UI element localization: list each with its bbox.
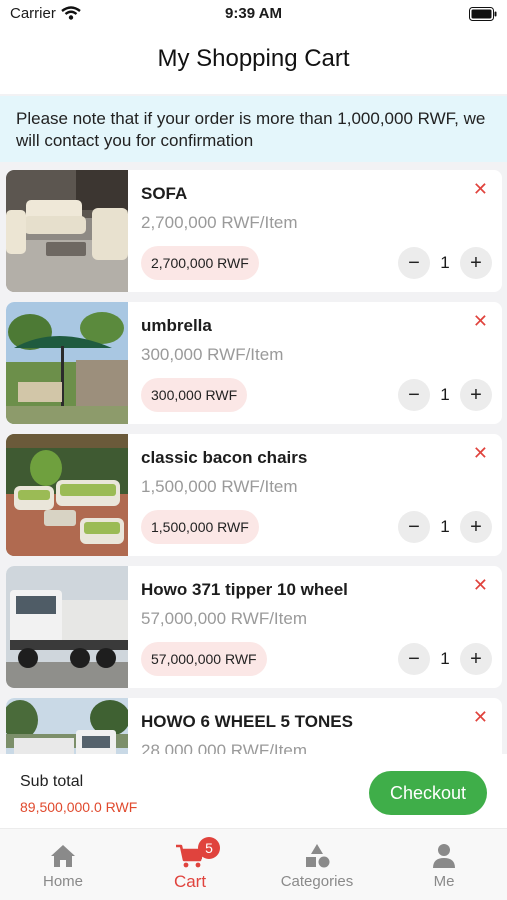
item-total-price: 1,500,000 RWF: [141, 510, 259, 544]
product-image-howo-truck: [6, 698, 128, 754]
quantity-stepper: − 1 +: [398, 643, 492, 675]
quantity-value: 1: [440, 517, 450, 536]
product-name: HOWO 6 WHEEL 5 TONES: [141, 712, 353, 731]
quantity-stepper: − 1 +: [398, 511, 492, 543]
unit-price: 1,500,000 RWF/Item: [141, 477, 298, 496]
clock: 9:39 AM: [225, 5, 282, 22]
remove-item-icon[interactable]: ✕: [473, 179, 488, 200]
product-name: classic bacon chairs: [141, 448, 308, 467]
cart-item: Howo 371 tipper 10 wheel 57,000,000 RWF/…: [6, 566, 502, 688]
bottom-tab-bar: Home 5 Cart Categories Me: [0, 828, 507, 900]
tab-cart[interactable]: 5 Cart: [127, 829, 253, 900]
tab-label: Categories: [280, 873, 354, 890]
quantity-stepper: − 1 +: [398, 379, 492, 411]
cart-item: SOFA 2,700,000 RWF/Item 2,700,000 RWF ✕ …: [6, 170, 502, 292]
decrease-quantity-button[interactable]: −: [398, 247, 430, 279]
cart-item: HOWO 6 WHEEL 5 TONES 28,000,000 RWF/Item…: [6, 698, 502, 754]
increase-quantity-button[interactable]: +: [460, 511, 492, 543]
unit-price: 2,700,000 RWF/Item: [141, 213, 298, 232]
increase-quantity-button[interactable]: +: [460, 247, 492, 279]
increase-quantity-button[interactable]: +: [460, 643, 492, 675]
subtotal-value: 89,500,000.0 RWF: [20, 799, 138, 815]
product-image-bacon-chairs: [6, 434, 128, 556]
person-icon: [381, 843, 507, 869]
product-name: Howo 371 tipper 10 wheel: [141, 580, 348, 599]
product-image-sofa: [6, 170, 128, 292]
tab-home[interactable]: Home: [0, 829, 126, 900]
checkout-button[interactable]: Checkout: [369, 771, 487, 815]
tab-label: Home: [42, 873, 83, 890]
categories-icon: [254, 843, 380, 869]
item-total-price: 300,000 RWF: [141, 378, 248, 412]
unit-price: 28,000,000 RWF/Item: [141, 741, 307, 754]
page-title: My Shopping Cart: [157, 45, 350, 72]
remove-item-icon[interactable]: ✕: [473, 707, 488, 728]
remove-item-icon[interactable]: ✕: [473, 443, 488, 464]
tab-label: Cart: [173, 872, 207, 891]
battery-icon: [469, 7, 497, 25]
product-image-tipper-truck: [6, 566, 128, 688]
cart-count-badge: 5: [198, 837, 220, 859]
unit-price: 57,000,000 RWF/Item: [141, 609, 307, 628]
remove-item-icon[interactable]: ✕: [473, 311, 488, 332]
increase-quantity-button[interactable]: +: [460, 379, 492, 411]
cart-summary-bar: Sub total 89,500,000.0 RWF Checkout: [0, 754, 507, 828]
cart-icon: [127, 843, 253, 869]
quantity-stepper: − 1 +: [398, 247, 492, 279]
cart-item: classic bacon chairs 1,500,000 RWF/Item …: [6, 434, 502, 556]
order-notice-banner: Please note that if your order is more t…: [0, 96, 507, 162]
nav-header: My Shopping Cart: [0, 28, 507, 94]
home-icon: [0, 843, 126, 869]
remove-item-icon[interactable]: ✕: [473, 575, 488, 596]
product-name: SOFA: [141, 184, 188, 203]
decrease-quantity-button[interactable]: −: [398, 511, 430, 543]
tab-categories[interactable]: Categories: [254, 829, 380, 900]
quantity-value: 1: [440, 385, 450, 404]
tab-me[interactable]: Me: [381, 829, 507, 900]
decrease-quantity-button[interactable]: −: [398, 379, 430, 411]
subtotal-label: Sub total: [20, 773, 84, 790]
quantity-value: 1: [440, 649, 450, 668]
decrease-quantity-button[interactable]: −: [398, 643, 430, 675]
product-name: umbrella: [141, 316, 212, 335]
product-image-umbrella: [6, 302, 128, 424]
item-total-price: 2,700,000 RWF: [141, 246, 259, 280]
cart-item-list[interactable]: SOFA 2,700,000 RWF/Item 2,700,000 RWF ✕ …: [6, 170, 502, 754]
tab-label: Me: [433, 873, 455, 890]
quantity-value: 1: [440, 253, 450, 272]
cart-item: umbrella 300,000 RWF/Item 300,000 RWF ✕ …: [6, 302, 502, 424]
item-total-price: 57,000,000 RWF: [141, 642, 267, 676]
unit-price: 300,000 RWF/Item: [141, 345, 284, 364]
status-bar: Carrier 9:39 AM: [0, 0, 507, 28]
